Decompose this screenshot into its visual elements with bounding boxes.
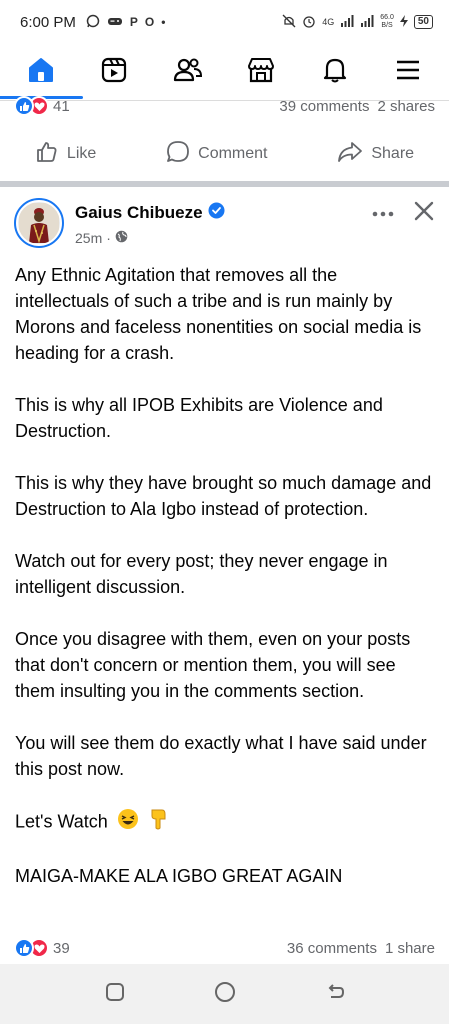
home-circle-icon[interactable] [214, 981, 236, 1008]
post-action-bar: Like Comment Share [0, 132, 449, 176]
system-navigation-bar [0, 964, 449, 1024]
status-bar: 6:00 PM P O • 4G 66.0 B/S 50 [0, 0, 449, 44]
post-paragraph: This is why all IPOB Exhibits are Violen… [15, 395, 383, 441]
top-navigation [0, 44, 449, 100]
post-reactions: 39 36 comments 1 share [14, 938, 435, 958]
whatsapp-icon [86, 14, 100, 31]
shares-count[interactable]: 1 share [385, 940, 435, 957]
mute-icon [282, 14, 296, 31]
battery-indicator: 50 [413, 15, 433, 29]
reaction-icons[interactable] [14, 938, 49, 958]
alarm-icon [302, 14, 316, 31]
nav-notifications[interactable] [305, 46, 365, 98]
verified-badge-icon [208, 202, 225, 224]
back-icon[interactable] [325, 982, 345, 1007]
author-name[interactable]: Gaius Chibueze [75, 203, 203, 223]
nav-home[interactable] [0, 46, 83, 99]
shares-count[interactable]: 2 shares [377, 98, 435, 115]
share-arrow-icon [337, 140, 363, 169]
nav-menu[interactable] [378, 46, 438, 98]
net-speed: 66.0 B/S [380, 14, 394, 30]
nav-friends[interactable] [158, 46, 218, 98]
signal-icon [340, 14, 354, 30]
app-o-icon: O [144, 15, 155, 29]
post-paragraph: You will see them do exactly what I have… [15, 733, 427, 779]
charging-icon [399, 14, 408, 30]
nav-marketplace[interactable] [231, 46, 291, 98]
pointing-down-emoji-icon [148, 808, 168, 837]
comments-count[interactable]: 36 comments [287, 940, 377, 957]
globe-icon [115, 230, 128, 246]
post-paragraph: MAIGA-MAKE ALA IGBO GREAT AGAIN [15, 866, 343, 886]
post-paragraph: Any Ethnic Agitation that removes all th… [15, 265, 422, 363]
post-header: Gaius Chibueze 25m · [14, 198, 435, 252]
signal-icon-2 [360, 14, 374, 30]
net-speed-unit: B/S [381, 22, 393, 29]
comments-count[interactable]: 39 comments [279, 98, 369, 115]
like-button[interactable]: Like [25, 134, 106, 175]
thumbs-up-icon [35, 140, 59, 169]
app-p-icon: P [129, 15, 138, 29]
recent-apps-icon[interactable] [105, 982, 125, 1007]
bell-icon [321, 56, 349, 89]
share-button[interactable]: Share [327, 134, 424, 175]
reaction-count[interactable]: 39 [53, 940, 70, 957]
hamburger-menu-icon [394, 56, 422, 89]
person-portrait-icon [19, 203, 59, 243]
author-avatar[interactable] [14, 198, 64, 248]
post-paragraph: Once you disagree with them, even on you… [15, 629, 411, 701]
post-paragraph-watch: Let's Watch [15, 808, 435, 837]
feed-separator [0, 181, 449, 187]
store-icon [246, 56, 276, 89]
more-options-icon[interactable] [371, 205, 395, 223]
reaction-count[interactable]: 41 [53, 98, 70, 115]
like-label: Like [66, 145, 97, 162]
home-icon [27, 56, 55, 89]
post-paragraph: Watch out for every post; they never eng… [15, 551, 388, 597]
post-body[interactable]: Any Ethnic Agitation that removes all th… [15, 262, 435, 889]
laughing-emoji-icon [117, 808, 139, 837]
previous-post-reactions: 41 39 comments 2 shares [14, 96, 435, 116]
comment-button[interactable]: Comment [156, 134, 277, 175]
like-reaction-icon [14, 96, 34, 116]
post-paragraph-text: Let's Watch [15, 811, 108, 832]
post-time[interactable]: 25m [75, 230, 102, 246]
nav-reels[interactable] [84, 46, 144, 98]
dot-icon: • [161, 15, 166, 29]
comment-bubble-icon [166, 140, 190, 169]
comment-label: Comment [198, 145, 268, 162]
friends-icon [173, 56, 203, 89]
share-label: Share [371, 145, 415, 162]
close-icon[interactable] [413, 200, 435, 227]
meta-dot: · [106, 230, 111, 246]
status-time: 6:00 PM [20, 13, 76, 31]
video-icon [100, 56, 128, 89]
network-type: 4G [322, 17, 335, 27]
net-speed-value: 66.0 [380, 14, 394, 21]
reaction-icons[interactable] [14, 96, 49, 116]
post-paragraph: This is why they have brought so much da… [15, 473, 432, 519]
like-reaction-icon [14, 938, 34, 958]
gamepad-icon [107, 15, 123, 30]
